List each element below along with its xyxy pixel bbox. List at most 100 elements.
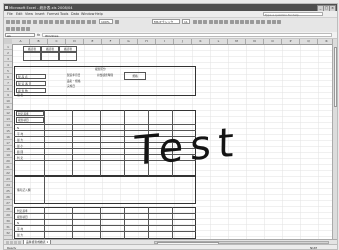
borders-icon[interactable] [267, 19, 271, 24]
inspection-category-label: 検査区分 [95, 67, 106, 71]
row-line [14, 213, 196, 214]
merge-center-icon[interactable] [224, 19, 228, 24]
product-spec-label: 品名・規格 [67, 79, 81, 83]
worksheet-grid[interactable]: ABCDEFGHIJKLMNOPQR 1 2 3 4 5 6 7 8 9 10 11 12 13 14 15… [4, 39, 337, 239]
increase-decimal-icon[interactable] [245, 19, 249, 24]
preview-icon[interactable] [27, 19, 31, 24]
hyperlink-icon[interactable] [66, 19, 70, 24]
menu-window[interactable]: Window [81, 12, 94, 16]
status-ready: Ready [7, 245, 17, 250]
fill-color-icon[interactable] [272, 19, 276, 24]
production-date-label: 製造年月日 [67, 73, 81, 77]
italic-icon[interactable] [198, 19, 202, 24]
col-line [148, 207, 149, 239]
menu-bar: File Edit View Insert Format Tools Data … [4, 11, 337, 18]
col-line [100, 207, 101, 239]
menu-format[interactable]: Format [47, 12, 59, 16]
underline-icon[interactable] [203, 19, 207, 24]
fx-icon[interactable]: fx [37, 33, 40, 37]
col-line [72, 207, 73, 239]
col-line [124, 207, 125, 239]
open-icon[interactable] [11, 19, 15, 24]
zoom-select[interactable]: 100% [99, 19, 113, 24]
percent-icon[interactable] [235, 19, 239, 24]
cut-icon[interactable] [39, 19, 43, 24]
col-line [44, 110, 45, 176]
handwritten-test-text: Test [133, 119, 241, 175]
sort-asc-icon[interactable] [76, 19, 80, 24]
app-icon[interactable] [5, 5, 8, 9]
approver-stamp-2[interactable] [41, 52, 59, 61]
bold-icon[interactable] [193, 19, 197, 24]
menu-tools[interactable]: Tools [60, 12, 68, 16]
col-line [124, 110, 125, 176]
font-color-icon[interactable] [277, 19, 281, 24]
col-line [72, 110, 73, 176]
vertical-scrollbar[interactable] [332, 39, 337, 239]
menu-edit[interactable]: Edit [16, 12, 23, 16]
vertical-scroll-thumb[interactable] [333, 47, 337, 107]
copy-icon[interactable] [44, 19, 48, 24]
inspection-label: 検 査 [17, 93, 24, 97]
remarks-label: 備考記入欄 [17, 187, 31, 192]
col-line [100, 110, 101, 176]
row-line [14, 225, 196, 226]
spelling-icon[interactable] [33, 19, 37, 24]
approver-stamp-3[interactable] [59, 52, 77, 61]
print-icon[interactable] [22, 19, 26, 24]
product-name-label: 製 品 名 [16, 74, 46, 79]
execution-date-label: 実施日 [67, 84, 76, 88]
status-bar: Ready NUM [4, 244, 337, 250]
toolbar-icon-5[interactable] [26, 26, 30, 31]
font-name-select[interactable]: MS Pゴシック [152, 19, 180, 24]
redo-icon[interactable] [60, 19, 64, 24]
col-line [44, 207, 45, 239]
inspection-time-label: 担当検査時間 [97, 73, 114, 77]
align-center-icon[interactable] [214, 19, 218, 24]
paste-icon[interactable] [49, 19, 53, 24]
row-line [14, 219, 196, 220]
menu-view[interactable]: View [25, 12, 33, 16]
col-line [44, 176, 45, 204]
chart-icon[interactable] [87, 19, 91, 24]
name-box[interactable]: A1 [5, 32, 35, 38]
menu-insert[interactable]: Insert [35, 12, 45, 16]
status-num: NUM [309, 245, 317, 250]
spec-label: 規格 [124, 72, 146, 80]
row-max-label-2: 最 大 [17, 232, 24, 237]
col-line [172, 207, 173, 239]
formula-input[interactable]: Windows [42, 32, 332, 38]
window-title: Microsoft Excel - 統計表.xls 2008/04 [9, 5, 73, 10]
help-icon[interactable] [115, 19, 119, 24]
decrease-indent-icon[interactable] [256, 19, 260, 24]
align-right-icon[interactable] [219, 19, 223, 24]
font-size-select[interactable]: 11 [182, 19, 190, 24]
lot-number-label: 製 造 番 号 [16, 81, 46, 86]
menu-help[interactable]: Help [95, 12, 103, 16]
drawing-icon[interactable] [92, 19, 96, 24]
undo-icon[interactable] [55, 19, 59, 24]
row-line [14, 231, 196, 232]
formula-bar: A1 fx Windows [4, 32, 337, 39]
approver-stamp-1[interactable] [23, 52, 41, 61]
autosum-icon[interactable] [71, 19, 75, 24]
help-search-input[interactable]: Type a question for help [263, 12, 323, 17]
decrease-decimal-icon[interactable] [250, 19, 254, 24]
new-icon[interactable] [6, 19, 10, 24]
comma-icon[interactable] [240, 19, 244, 24]
excel-window: Microsoft Excel - 統計表.xls 2008/04 _ □ × … [3, 3, 338, 250]
criteria-label-1: 判定基準 [16, 111, 44, 116]
increase-indent-icon[interactable] [261, 19, 265, 24]
currency-icon[interactable] [230, 19, 234, 24]
menu-data[interactable]: Data [71, 12, 79, 16]
align-left-icon[interactable] [209, 19, 213, 24]
toolbar-icon-2[interactable] [11, 26, 15, 31]
save-icon[interactable] [16, 19, 20, 24]
toolbar-icon-3[interactable] [16, 26, 20, 31]
toolbar-icon-1[interactable] [6, 26, 10, 31]
menu-file[interactable]: File [7, 12, 13, 16]
title-bar: Microsoft Excel - 統計表.xls 2008/04 _ □ × [4, 4, 337, 12]
sort-desc-icon[interactable] [81, 19, 85, 24]
toolbar-icon-4[interactable] [21, 26, 25, 31]
item-label-1: 検査項目 [16, 117, 44, 123]
